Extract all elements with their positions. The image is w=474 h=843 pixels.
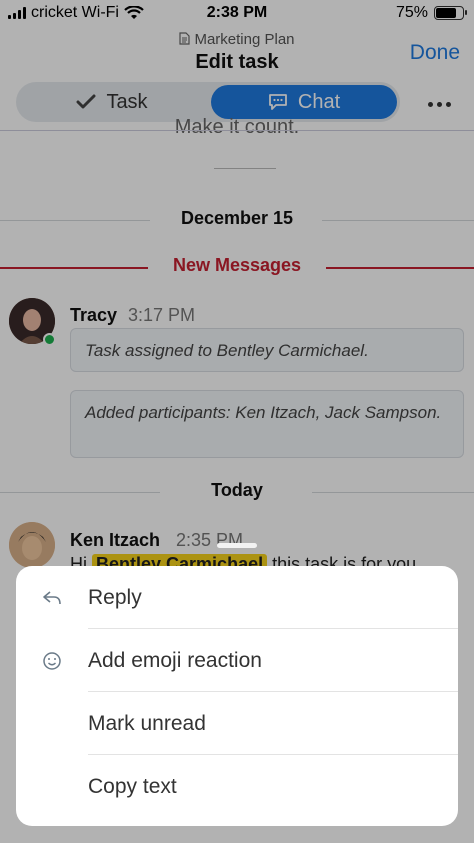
sheet-grabber-handle[interactable] (217, 543, 257, 548)
add-emoji-reaction-label: Add emoji reaction (88, 648, 262, 672)
message-action-sheet: Reply Add emoji reaction Mark unread Cop… (16, 566, 458, 826)
mark-unread-label: Mark unread (88, 711, 206, 735)
copy-text-label: Copy text (88, 774, 177, 798)
emoji-add-icon (43, 652, 61, 670)
copy-text-action[interactable]: Copy text (16, 755, 458, 818)
reply-action-label: Reply (88, 585, 142, 609)
mark-unread-action[interactable]: Mark unread (16, 692, 458, 755)
reply-action[interactable]: Reply (16, 566, 458, 629)
add-emoji-reaction-action[interactable]: Add emoji reaction (16, 629, 458, 692)
reply-icon (43, 591, 61, 605)
